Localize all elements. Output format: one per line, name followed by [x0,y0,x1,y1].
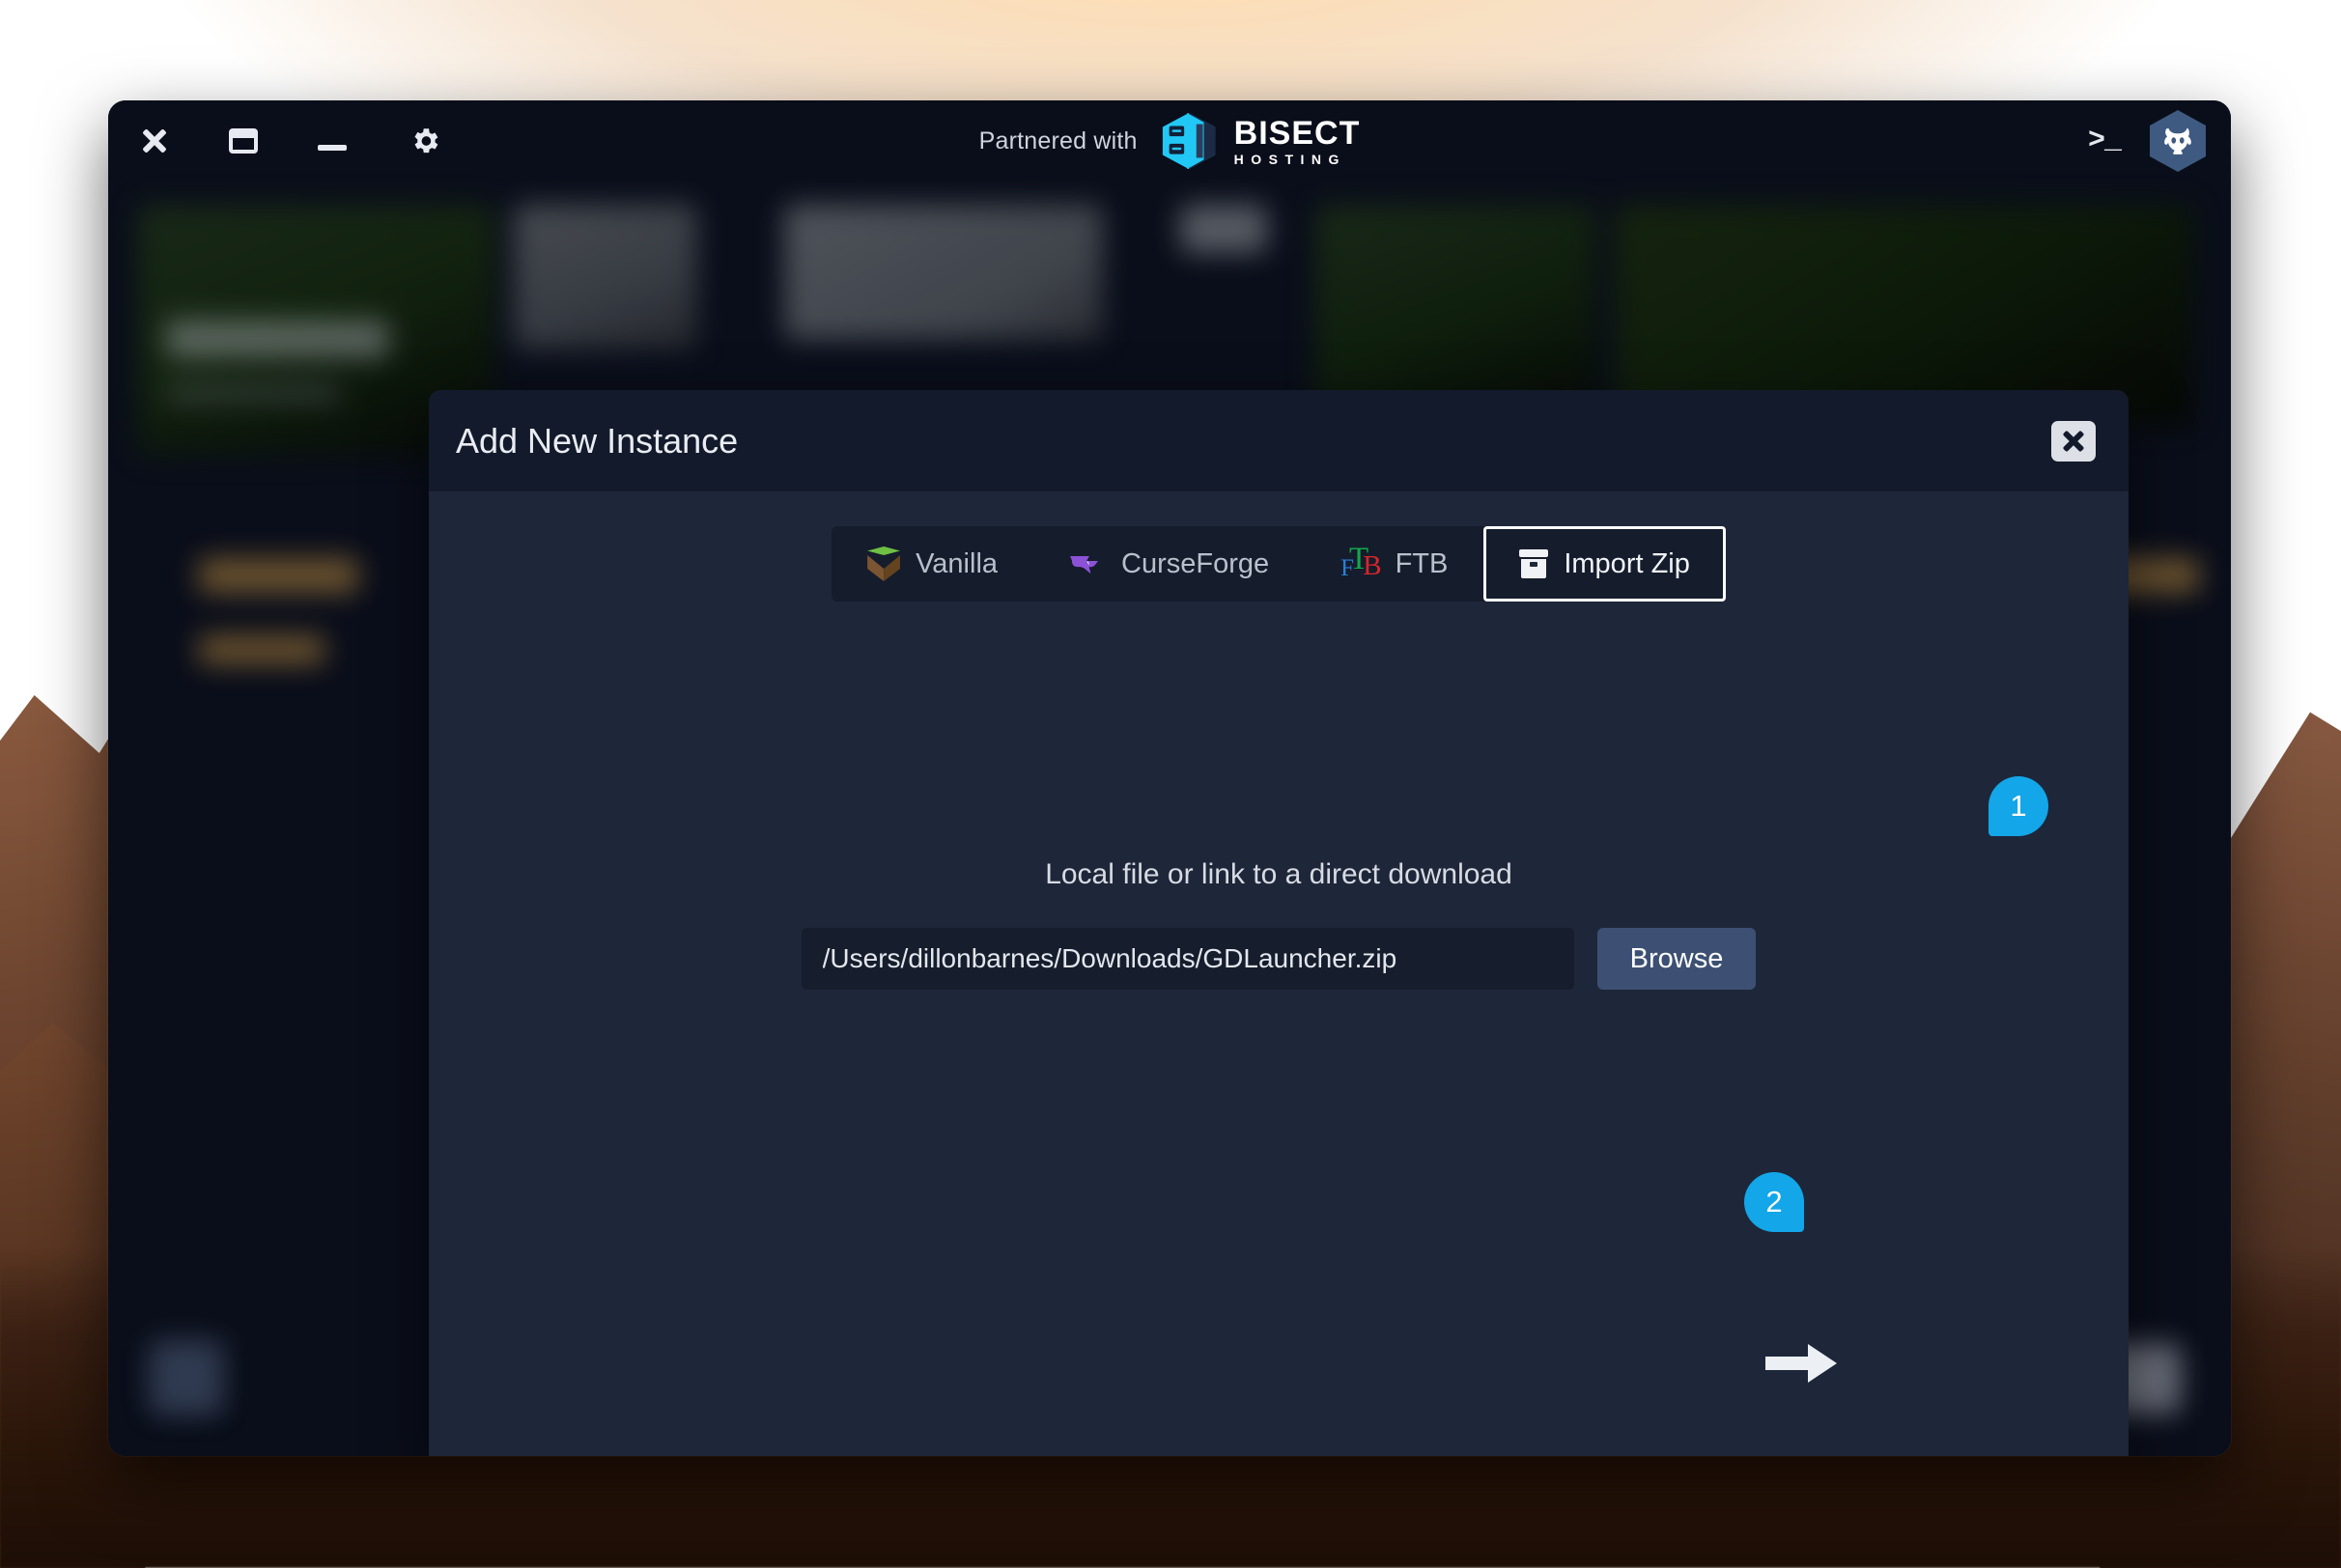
news-card [514,205,697,350]
minimize-icon [318,145,347,151]
tab-ftb-label: FTB [1395,547,1449,579]
bisecthosting-logo: BISECT HOSTING [1159,111,1361,171]
tab-curseforge[interactable]: CurseForge [1033,526,1305,602]
ftb-icon: FTB [1340,541,1381,581]
next-arrow-button[interactable] [1765,1342,1839,1385]
arrow-right-icon [1765,1344,1837,1383]
add-new-instance-modal: Add New Instance Vanilla CurseForge F T … [429,390,2129,1456]
step-badge-2: 2 [1744,1172,1804,1232]
section-subheading-blur [199,635,324,664]
ram-head-icon [2164,127,2191,154]
archive-icon [1519,549,1549,578]
news-card-sub-blur [166,384,340,402]
tab-import-zip-label: Import Zip [1564,547,1690,579]
bisect-name: BISECT [1233,114,1361,152]
minimize-window-button[interactable] [305,114,359,168]
news-card [784,205,1103,340]
window-icon [229,128,258,154]
tab-vanilla-label: Vanilla [916,547,999,579]
tab-strip-wrapper: Vanilla CurseForge FTB FTB Import Zip [429,491,2129,602]
news-card [1180,205,1267,253]
maximize-window-button[interactable] [216,114,270,168]
settings-button[interactable] [398,114,452,168]
gdlauncher-window: Partnered with BISECT HOSTING >_ Add New… [108,100,2231,1456]
import-zip-form: Local file or link to a direct download … [429,858,2129,990]
partner-text: Partnered with [978,126,1138,154]
tab-import-zip[interactable]: Import Zip [1483,526,1726,602]
close-window-button[interactable] [127,114,182,168]
browse-button[interactable]: Browse [1596,928,1757,990]
bisect-hex-icon [1162,112,1215,170]
grass-block-icon [867,546,901,581]
bisect-sub: HOSTING [1233,151,1346,167]
modal-close-button[interactable] [2051,420,2096,462]
footer-left-blur [149,1340,224,1415]
titlebar-right-group: >_ [2088,100,2206,182]
instance-source-tabs: Vanilla CurseForge FTB FTB Import Zip [832,526,1726,602]
page-title: Add New Instance [456,420,739,461]
x-icon [142,128,167,154]
news-card-title-blur [166,321,388,357]
tab-vanilla[interactable]: Vanilla [832,526,1033,602]
modal-header: Add New Instance [429,390,2129,491]
modal-body: Vanilla CurseForge FTB FTB Import Zip Lo… [429,491,2129,1456]
tab-curseforge-label: CurseForge [1121,547,1270,579]
section-heading-blur [199,558,358,593]
file-path-input[interactable] [801,928,1574,990]
gear-icon [414,128,438,154]
avatar[interactable] [2150,110,2206,172]
form-row: Browse [429,928,2129,990]
window-titlebar: Partnered with BISECT HOSTING >_ [108,100,2231,182]
curseforge-icon [1069,551,1106,576]
form-label: Local file or link to a direct download [1045,858,1512,890]
step-badge-1: 1 [1988,776,2048,836]
close-icon [2063,431,2084,452]
console-icon[interactable]: >_ [2088,125,2122,157]
tab-ftb[interactable]: FTB FTB [1305,526,1483,602]
